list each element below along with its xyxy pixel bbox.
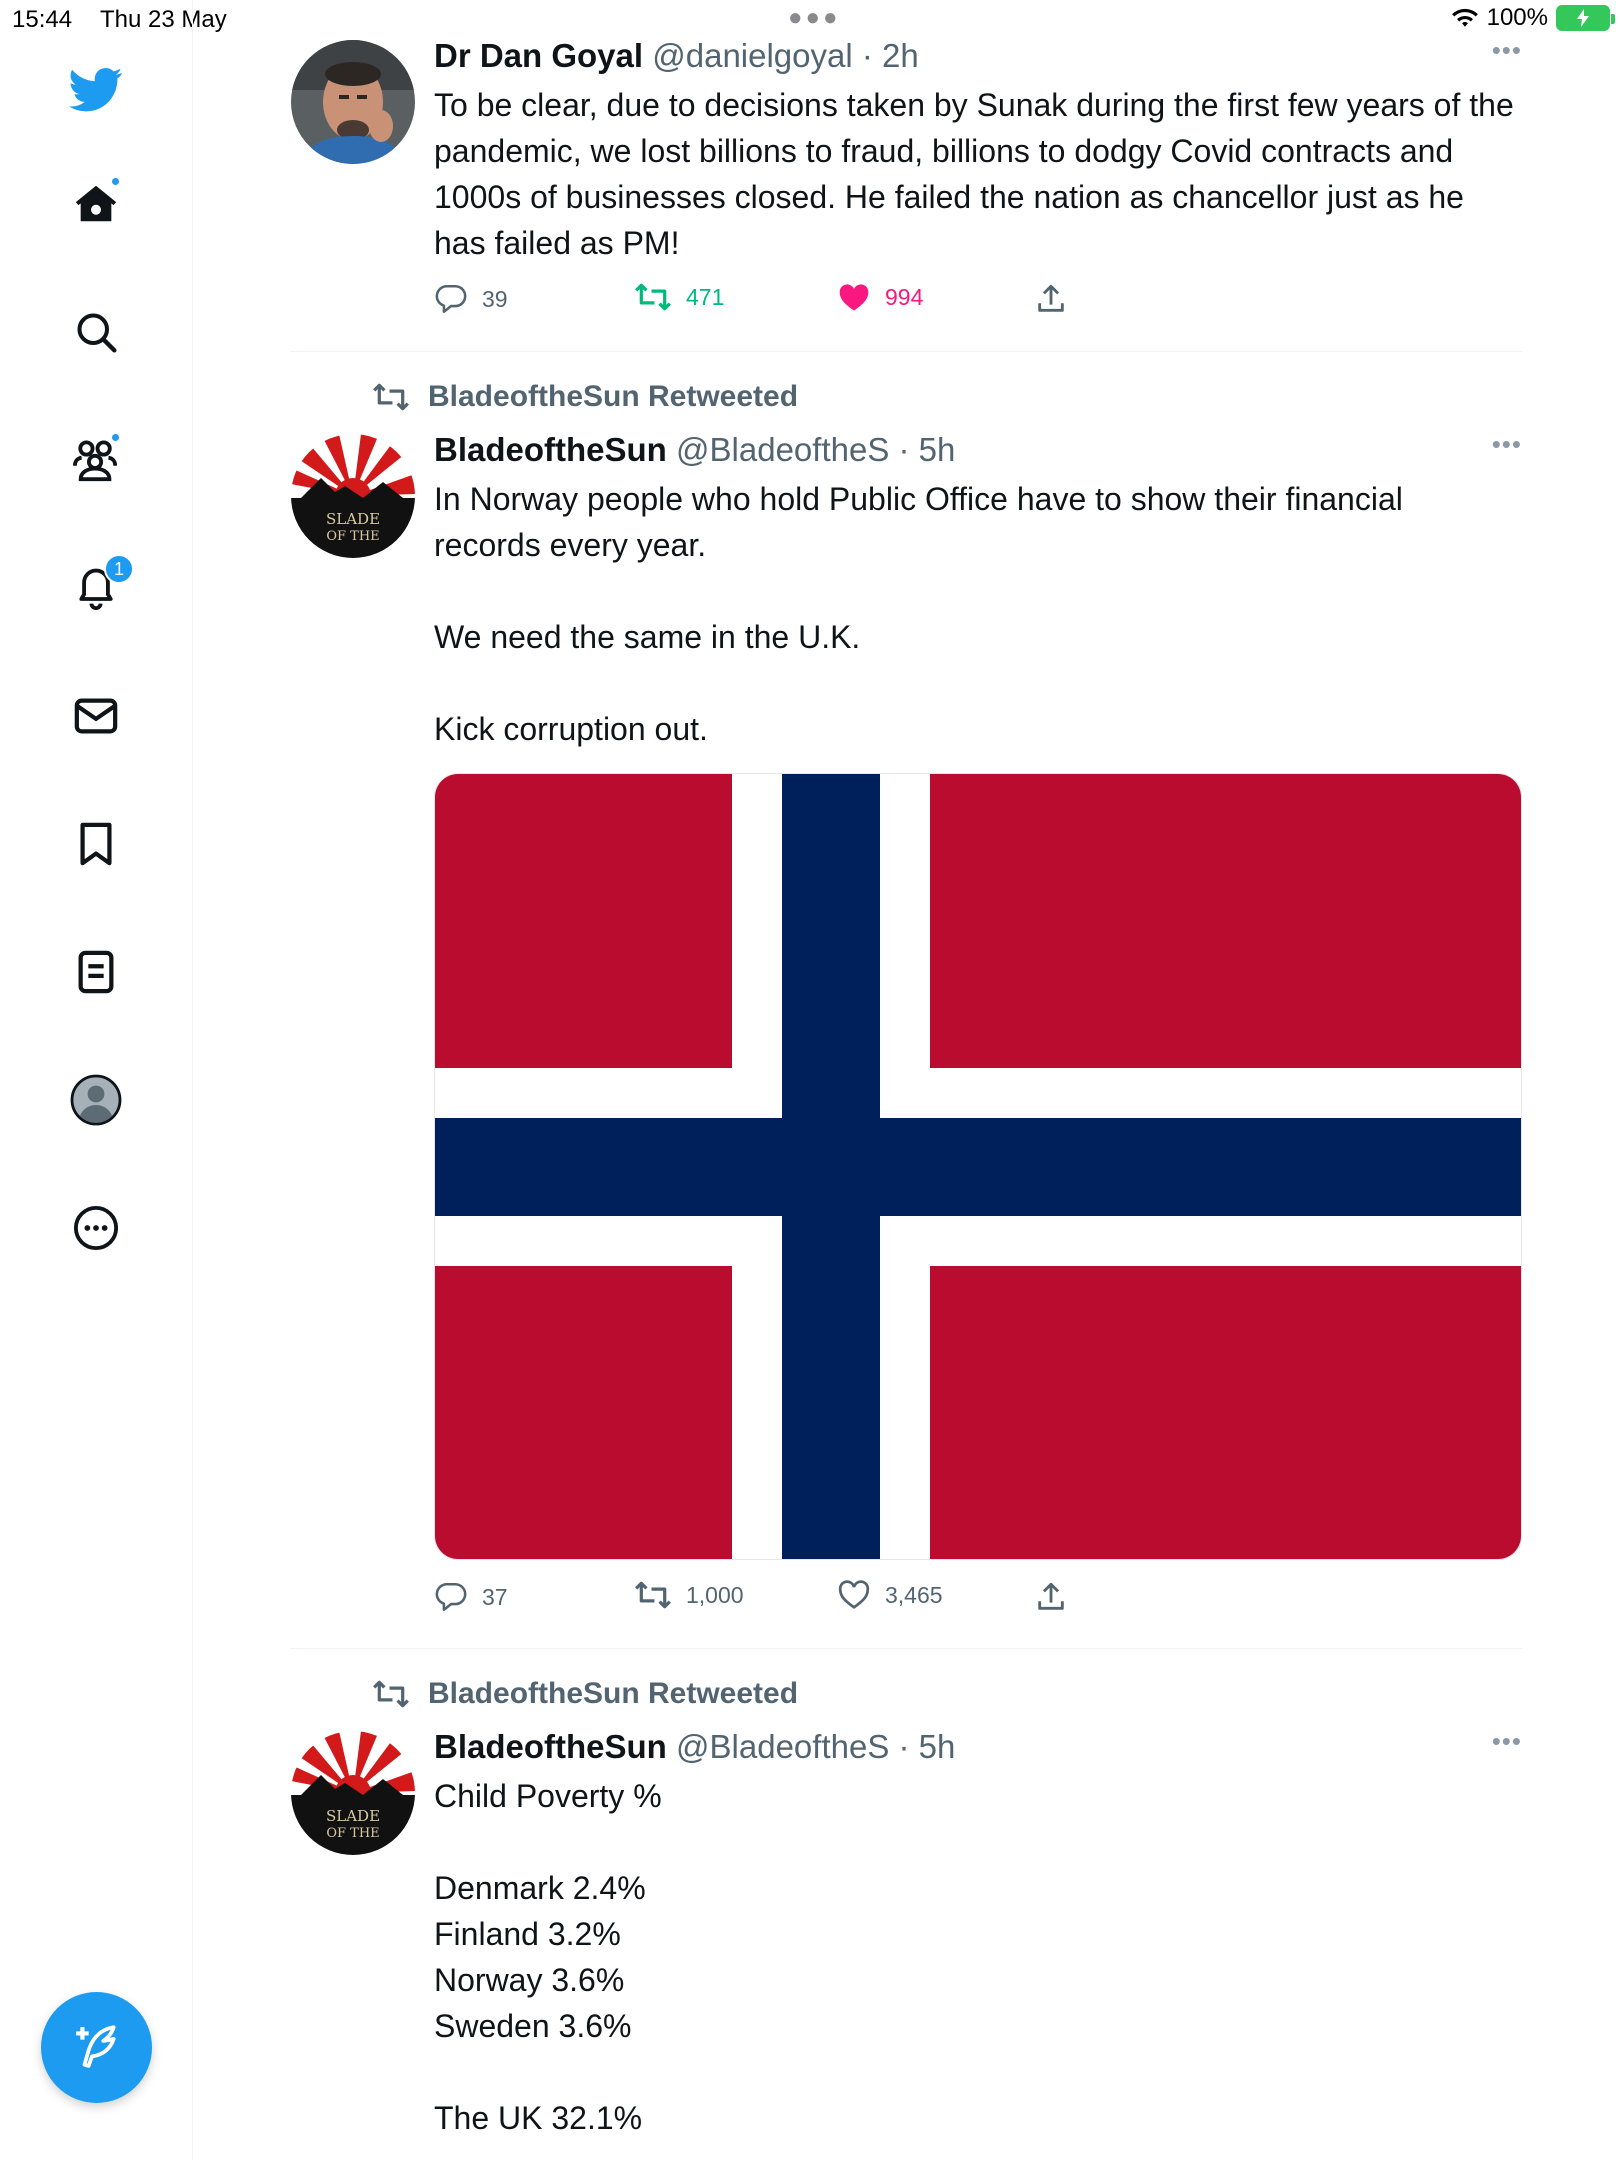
svg-text:OF THE: OF THE	[326, 1826, 379, 1841]
tweet-actions: 37 1,000 3,465	[434, 1580, 1134, 1620]
like-button[interactable]: 994	[837, 282, 923, 312]
tweet-text: Child Poverty % Denmark 2.4% Finland 3.2…	[434, 1778, 662, 2136]
tweet-divider	[290, 351, 1522, 352]
retweet-count: 471	[686, 283, 725, 310]
tweet-more-icon[interactable]: •••	[1492, 424, 1522, 464]
like-count: 3,465	[885, 1581, 943, 1608]
tweet-text: In Norway people who hold Public Office …	[434, 481, 1403, 747]
tweet-header: BladeoftheSun @BladeoftheS · 5h •••	[434, 429, 1522, 470]
tweet-time[interactable]: · 5h	[899, 431, 956, 468]
tweet-content: BladeoftheSun @BladeoftheS · 5h ••• In N…	[434, 429, 1522, 752]
norway-flag-image	[435, 774, 1521, 1559]
retweet-button[interactable]: 471	[634, 282, 724, 312]
reply-count: 39	[482, 285, 508, 312]
tweet-time[interactable]: · 5h	[899, 1728, 956, 1765]
svg-text:OF THE: OF THE	[326, 529, 379, 544]
display-name[interactable]: BladeoftheSun	[434, 431, 667, 468]
retweeted-by: BladeoftheSun Retweeted	[428, 380, 799, 413]
like-count: 994	[885, 283, 924, 310]
notification-count-badge: 1	[104, 554, 134, 584]
tweet-content: Dr Dan Goyal @danielgoyal · 2h ••• To be…	[434, 35, 1522, 266]
more-icon[interactable]	[68, 1200, 124, 1256]
retweet-icon	[373, 1680, 409, 1708]
notifications-icon[interactable]: 1	[68, 554, 134, 616]
reply-button[interactable]: 37	[434, 1580, 508, 1614]
retweeted-by: BladeoftheSun Retweeted	[428, 1677, 799, 1710]
home-unread-dot	[110, 176, 121, 187]
messages-icon[interactable]	[68, 688, 124, 744]
home-icon[interactable]	[68, 176, 124, 232]
heart-filled-icon	[839, 284, 869, 311]
tweet-actions: 39 471 994	[434, 282, 1134, 322]
sidebar-nav: 1	[0, 0, 193, 2160]
compose-icon	[75, 2024, 116, 2068]
retweet-button[interactable]: 1,000	[634, 1580, 744, 1610]
avatar[interactable]	[291, 40, 415, 164]
battery-percent: 100%	[1486, 4, 1548, 31]
tweet-time[interactable]: · 2h	[862, 37, 919, 74]
display-name[interactable]: BladeoftheSun	[434, 1728, 667, 1765]
share-button[interactable]	[1034, 282, 1068, 316]
tweet-header: Dr Dan Goyal @danielgoyal · 2h •••	[434, 35, 1522, 76]
reply-icon	[435, 284, 467, 314]
tweet-media-image[interactable]	[434, 773, 1522, 1560]
avatar-logo-text: SLADE	[326, 510, 380, 528]
user-handle[interactable]: @BladeoftheS	[676, 431, 889, 468]
like-button[interactable]: 3,465	[837, 1580, 943, 1610]
tweet-header: BladeoftheSun @BladeoftheS · 5h •••	[434, 1726, 1522, 1767]
status-bar: 15:44 Thu 23 May ●●● 100%	[0, 0, 1620, 40]
share-icon	[1038, 284, 1064, 312]
compose-tweet-button[interactable]	[41, 1992, 152, 2103]
lists-icon[interactable]	[68, 944, 124, 1000]
profile-icon[interactable]	[68, 1072, 124, 1128]
communities-icon[interactable]	[68, 432, 124, 488]
retweet-icon	[635, 1581, 671, 1609]
bookmarks-icon[interactable]	[68, 816, 124, 872]
twitter-bird-icon[interactable]	[68, 62, 124, 118]
retweet-attribution[interactable]: BladeoftheSun Retweeted	[372, 380, 798, 414]
tweet-text: To be clear, due to decisions taken by S…	[434, 87, 1514, 261]
reply-icon	[435, 1582, 467, 1612]
avatar-logo-text: SLADE	[326, 1807, 380, 1825]
retweet-count: 1,000	[686, 1581, 744, 1608]
avatar[interactable]: SLADE OF THE	[291, 1731, 415, 1855]
multitasking-dots-icon[interactable]: ●●●	[788, 4, 841, 32]
tweet-divider	[290, 1648, 1522, 1649]
tweet-more-icon[interactable]: •••	[1492, 1721, 1522, 1761]
retweet-icon	[373, 383, 409, 411]
communities-unread-dot	[110, 432, 121, 443]
retweet-icon	[635, 283, 671, 311]
reply-button[interactable]: 39	[434, 282, 508, 316]
share-icon	[1038, 1582, 1064, 1610]
heart-icon	[838, 1580, 870, 1609]
user-handle[interactable]: @danielgoyal	[652, 37, 852, 74]
user-handle[interactable]: @BladeoftheS	[676, 1728, 889, 1765]
wifi-icon	[1451, 8, 1478, 27]
status-indicators: 100%	[1451, 4, 1615, 32]
search-icon[interactable]	[68, 304, 124, 360]
share-button[interactable]	[1034, 1580, 1068, 1614]
tweet-content: BladeoftheSun @BladeoftheS · 5h ••• Chil…	[434, 1726, 1522, 2141]
display-name[interactable]: Dr Dan Goyal	[434, 37, 643, 74]
reply-count: 37	[482, 1583, 508, 1610]
tweet-more-icon[interactable]: •••	[1492, 30, 1522, 70]
retweet-attribution[interactable]: BladeoftheSun Retweeted	[372, 1677, 798, 1711]
battery-icon	[1556, 5, 1615, 31]
avatar[interactable]: SLADE OF THE	[291, 434, 415, 558]
